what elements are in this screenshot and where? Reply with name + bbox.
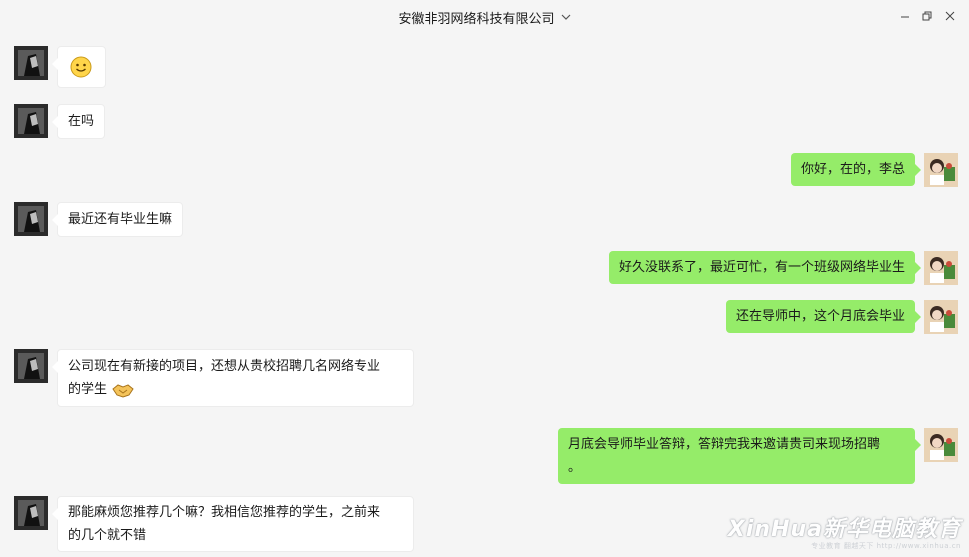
message-row — [14, 46, 106, 88]
message-row: 在吗 — [14, 104, 106, 139]
message-text: 好久没联系了，最近可忙，有一个班级网络毕业生 — [618, 260, 905, 275]
restore-icon[interactable] — [917, 6, 937, 26]
message-row: 好久没联系了，最近可忙，有一个班级网络毕业生 — [608, 251, 958, 285]
contact-avatar[interactable] — [14, 46, 48, 80]
message-row: 公司现在有新接的项目，还想从贵校招聘几名网络专业 的学生 — [14, 349, 414, 407]
my-avatar[interactable] — [924, 251, 958, 285]
message-bubble[interactable]: 在吗 — [51, 104, 106, 139]
message-bubble[interactable]: 好久没联系了，最近可忙，有一个班级网络毕业生 — [608, 251, 922, 284]
message-bubble[interactable]: 还在导师中，这个月底会毕业 — [725, 300, 922, 333]
watermark: XinHua新华电脑教育 专业教育 翻越天下 http://www.xinhua… — [728, 511, 961, 551]
chevron-down-icon[interactable] — [561, 12, 571, 22]
my-avatar[interactable] — [924, 153, 958, 187]
contact-avatar[interactable] — [14, 202, 48, 236]
chat-title[interactable]: 安徽非羽网络科技有限公司 — [398, 8, 554, 27]
contact-avatar[interactable] — [14, 349, 48, 383]
message-row: 那能麻烦您推荐几个嘛？我相信您推荐的学生，之前来 的几个就不错 — [14, 496, 414, 552]
message-bubble[interactable]: 你好，在的，李总 — [790, 153, 922, 186]
message-text-line: 的学生 — [68, 382, 108, 397]
message-row: 最近还有毕业生嘛 — [14, 202, 184, 237]
message-bubble[interactable]: 月底会导师毕业答辩，答辩完我来邀请贵司来现场招聘 。 — [558, 428, 921, 484]
message-text: 在吗 — [68, 114, 95, 129]
message-text-line: 的几个就不错 — [68, 528, 147, 543]
smile-emoji-icon — [70, 56, 92, 77]
handshake-emoji-icon — [112, 383, 134, 398]
message-text: 你好，在的，李总 — [800, 162, 905, 177]
message-text: 最近还有毕业生嘛 — [68, 212, 173, 227]
message-text-line: 公司现在有新接的项目，还想从贵校招聘几名网络专业 — [68, 359, 381, 374]
close-icon[interactable] — [940, 6, 960, 26]
message-bubble[interactable]: 公司现在有新接的项目，还想从贵校招聘几名网络专业 的学生 — [52, 349, 414, 407]
my-avatar[interactable] — [924, 300, 958, 334]
message-bubble[interactable] — [52, 46, 106, 88]
message-text-line: 月底会导师毕业答辩，答辩完我来邀请贵司来现场招聘 — [568, 437, 881, 452]
minimize-icon[interactable] — [895, 6, 915, 26]
message-bubble[interactable]: 最近还有毕业生嘛 — [51, 202, 184, 237]
message-text-line: 那能麻烦您推荐几个嘛？我相信您推荐的学生，之前来 — [68, 505, 381, 520]
message-row: 月底会导师毕业答辩，答辩完我来邀请贵司来现场招聘 。 — [558, 428, 958, 484]
watermark-logo-text: XinHua新华电脑教育 — [727, 517, 961, 542]
message-row: 还在导师中，这个月底会毕业 — [725, 300, 958, 334]
contact-avatar[interactable] — [14, 496, 48, 530]
message-row: 你好，在的，李总 — [790, 153, 958, 187]
message-bubble[interactable]: 那能麻烦您推荐几个嘛？我相信您推荐的学生，之前来 的几个就不错 — [52, 496, 414, 552]
contact-avatar[interactable] — [14, 104, 48, 138]
message-text: 还在导师中，这个月底会毕业 — [735, 309, 905, 324]
chat-title-bar: 安徽非羽网络科技有限公司 — [0, 0, 969, 34]
my-avatar[interactable] — [924, 428, 958, 462]
message-text-line: 。 — [568, 460, 582, 475]
